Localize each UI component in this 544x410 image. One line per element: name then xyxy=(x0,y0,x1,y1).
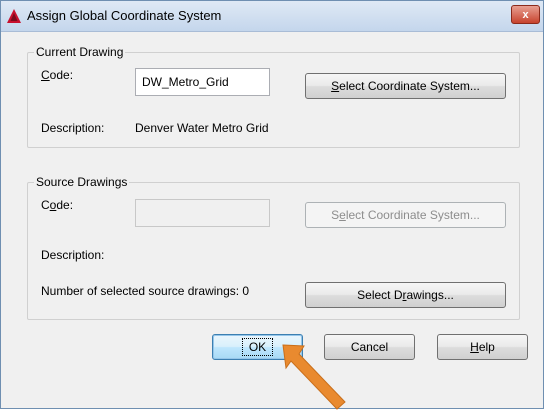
source-description-label: Description: xyxy=(41,248,105,262)
source-drawings-group-title: Source Drawings xyxy=(34,175,130,189)
select-drawings-button[interactable]: Select Dr awings... xyxy=(305,282,506,308)
source-code-field[interactable] xyxy=(135,199,270,227)
current-code-field[interactable]: DW_Metro_Grid xyxy=(135,68,270,96)
autocad-app-icon xyxy=(7,9,21,23)
current-description-value: Denver Water Metro Grid xyxy=(135,121,269,135)
close-button[interactable]: x xyxy=(511,5,540,24)
title-bar[interactable]: Assign Global Coordinate System x xyxy=(1,1,543,32)
orange-arrow-icon xyxy=(282,344,346,410)
current-description-label: Description: xyxy=(41,121,105,135)
assign-global-coordinate-system-dialog: Assign Global Coordinate System x Curren… xyxy=(0,0,544,410)
current-select-coordinate-system-button[interactable]: Select Coordinate System... xyxy=(305,73,506,99)
source-select-coordinate-system-button[interactable]: Se lect Coordinate System... xyxy=(305,202,506,228)
current-code-label: Code: xyxy=(41,68,74,82)
close-icon: x xyxy=(522,8,529,21)
source-code-label: Code: xyxy=(41,198,74,212)
help-button[interactable]: Help xyxy=(437,334,528,360)
current-drawing-group-title: Current Drawing xyxy=(34,45,126,59)
source-drawings-count-label: Number of selected source drawings: 0 xyxy=(41,284,250,298)
window-title: Assign Global Coordinate System xyxy=(27,8,222,23)
